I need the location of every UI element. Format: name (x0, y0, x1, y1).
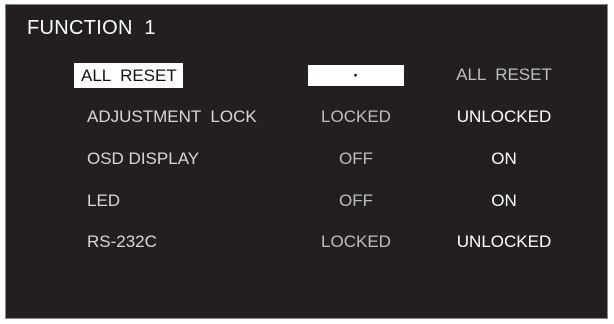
option-locked[interactable]: LOCKED (308, 229, 404, 255)
menu-title: FUNCTION 1 (27, 17, 156, 39)
menu-row-rs-232c[interactable]: RS-232C LOCKED UNLOCKED (6, 229, 607, 255)
menu-item-label[interactable]: LED (81, 188, 126, 214)
option-off[interactable]: OFF (308, 146, 404, 172)
option-unlocked[interactable]: UNLOCKED (438, 104, 570, 130)
menu-row-led[interactable]: LED OFF ON (6, 188, 607, 214)
option-off[interactable]: OFF (308, 188, 404, 214)
menu-item-label[interactable]: ADJUSTMENT LOCK (81, 104, 263, 130)
menu-row-osd-display[interactable]: OSD DISPLAY OFF ON (6, 146, 607, 172)
osd-menu-panel: FUNCTION 1 ALL RESET · ALL RESET ADJUSTM… (5, 4, 608, 319)
menu-item-label[interactable]: ALL RESET (74, 63, 183, 88)
option-on[interactable]: ON (438, 188, 570, 214)
menu-row-all-reset[interactable]: ALL RESET · ALL RESET (6, 62, 607, 88)
option-all-reset[interactable]: ALL RESET (438, 62, 570, 88)
option-on[interactable]: ON (438, 146, 570, 172)
option-execute-selector[interactable]: · (308, 65, 404, 86)
option-locked[interactable]: LOCKED (308, 104, 404, 130)
menu-row-adjustment-lock[interactable]: ADJUSTMENT LOCK LOCKED UNLOCKED (6, 104, 607, 130)
option-unlocked[interactable]: UNLOCKED (438, 229, 570, 255)
menu-item-label[interactable]: OSD DISPLAY (81, 146, 205, 172)
menu-item-label[interactable]: RS-232C (81, 229, 163, 255)
